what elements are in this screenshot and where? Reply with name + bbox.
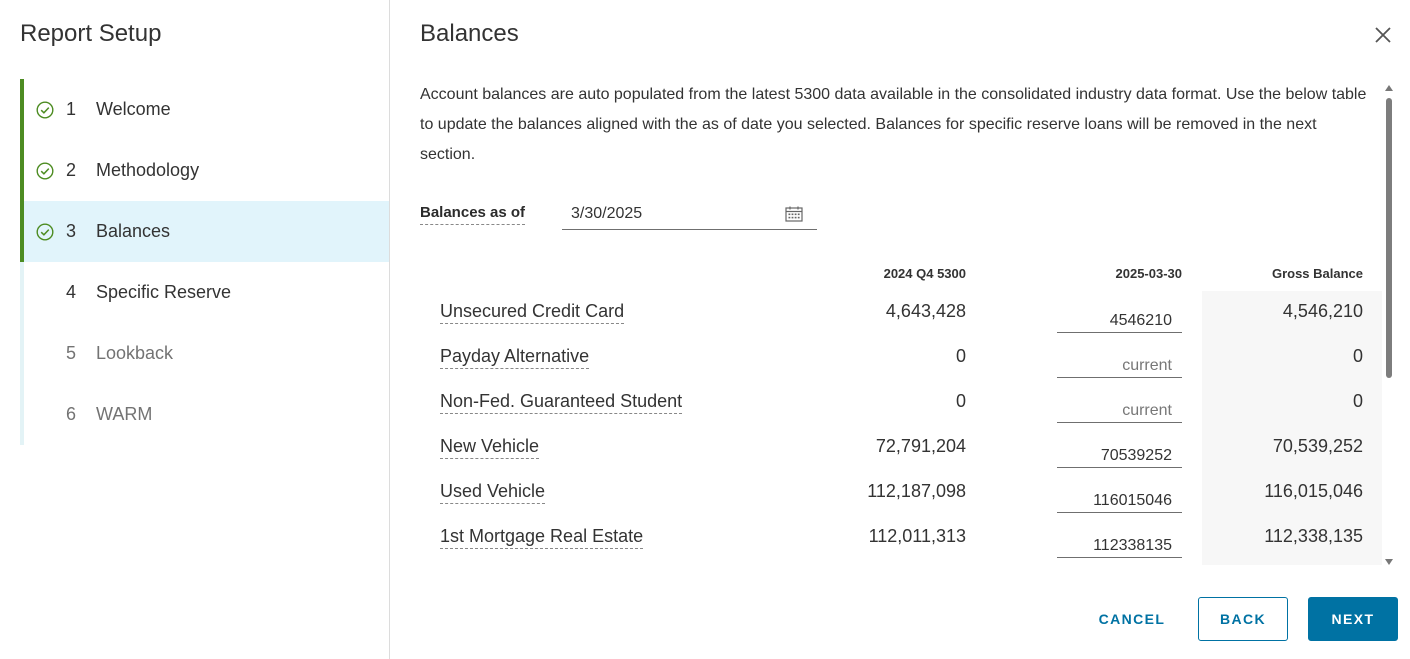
table-row: Unsecured Credit Card 4,643,428 4,546,21… — [390, 293, 1390, 338]
table-row: New Vehicle 72,791,204 70,539,252 — [390, 428, 1390, 473]
step-label: Balances — [96, 221, 171, 241]
scroll-up-arrow-icon[interactable] — [1385, 85, 1393, 91]
table-row: Non-Fed. Guaranteed Student 0 0 — [390, 383, 1390, 428]
check-circle-icon — [24, 161, 66, 180]
prev-balance: 4,643,428 — [885, 301, 966, 321]
step-list: 1 Welcome 2 Methodology 3 Balances 4 Spe… — [20, 79, 389, 445]
table-row: 1st Mortgage Real Estate 112,011,313 112… — [390, 518, 1390, 563]
gross-balance: 112,338,135 — [1264, 526, 1363, 546]
gross-balance: 0 — [1352, 391, 1363, 411]
next-button[interactable]: NEXT — [1308, 597, 1398, 641]
sidebar: Report Setup 1 Welcome 2 Methodology 3 B… — [0, 0, 390, 659]
current-balance-input[interactable] — [1057, 438, 1182, 467]
step-label: Lookback — [96, 343, 174, 363]
prev-balance: 72,791,204 — [875, 436, 966, 456]
account-name: New Vehicle — [440, 436, 540, 459]
table-row: Used Vehicle 112,187,098 116,015,046 — [390, 473, 1390, 518]
step-lookback: 5 Lookback — [20, 323, 389, 384]
gross-balance: 70,539,252 — [1272, 436, 1363, 456]
page-title: Balances — [420, 20, 519, 47]
step-welcome[interactable]: 1 Welcome — [20, 79, 389, 140]
scrollbar[interactable] — [1384, 85, 1394, 565]
cancel-button[interactable]: CANCEL — [1080, 597, 1184, 641]
step-number: 4 — [66, 282, 77, 302]
step-number: 3 — [66, 221, 77, 241]
prev-balance: 0 — [955, 346, 966, 366]
sidebar-title: Report Setup — [20, 20, 162, 47]
step-number: 5 — [66, 343, 77, 363]
step-label: WARM — [96, 404, 153, 424]
step-specific-reserve[interactable]: 4 Specific Reserve — [20, 262, 389, 323]
description-text: Account balances are auto populated from… — [420, 86, 1367, 163]
current-balance-input[interactable] — [1057, 348, 1182, 377]
check-circle-icon — [24, 100, 66, 119]
check-circle-icon — [24, 222, 66, 241]
account-name: Unsecured Credit Card — [440, 301, 625, 324]
step-methodology[interactable]: 2 Methodology — [20, 140, 389, 201]
main-panel: Balances Account balances are auto popul… — [390, 0, 1410, 659]
scroll-down-arrow-icon[interactable] — [1385, 559, 1393, 565]
balances-as-of-label: Balances as of — [420, 204, 526, 225]
current-balance-input[interactable] — [1057, 393, 1182, 422]
current-balance-input[interactable] — [1057, 483, 1182, 512]
step-number: 1 — [66, 99, 77, 119]
gross-balance: 4,546,210 — [1282, 301, 1363, 321]
date-input[interactable] — [562, 200, 782, 228]
step-balances[interactable]: 3 Balances — [20, 201, 389, 262]
column-header-gross: Gross Balance — [1271, 266, 1363, 281]
step-label: Welcome — [96, 99, 171, 119]
prev-balance: 0 — [955, 391, 966, 411]
calendar-icon[interactable] — [785, 206, 803, 222]
account-name: Non-Fed. Guaranteed Student — [440, 391, 683, 414]
back-button[interactable]: BACK — [1198, 597, 1288, 641]
step-warm: 6 WARM — [20, 384, 389, 445]
column-header-prev: 2024 Q4 5300 — [883, 266, 966, 281]
gross-balance: 116,015,046 — [1264, 481, 1363, 501]
account-name: Payday Alternative — [440, 346, 590, 369]
close-button[interactable] — [1372, 24, 1394, 46]
step-label: Specific Reserve — [96, 282, 232, 302]
column-header-current: 2025-03-30 — [1115, 266, 1183, 281]
close-icon — [1375, 27, 1391, 43]
scrollbar-thumb[interactable] — [1386, 98, 1392, 378]
table-row: Payday Alternative 0 0 — [390, 338, 1390, 383]
step-label: Methodology — [96, 160, 200, 180]
step-number: 2 — [66, 160, 77, 180]
account-name: Used Vehicle — [440, 481, 546, 504]
prev-balance: 112,187,098 — [867, 481, 966, 501]
step-number: 6 — [66, 404, 77, 424]
current-balance-input[interactable] — [1057, 303, 1182, 332]
prev-balance: 112,011,313 — [868, 526, 966, 546]
date-field — [562, 200, 817, 230]
gross-balance: 0 — [1352, 346, 1363, 366]
account-name: 1st Mortgage Real Estate — [440, 526, 644, 549]
current-balance-input[interactable] — [1057, 528, 1182, 557]
